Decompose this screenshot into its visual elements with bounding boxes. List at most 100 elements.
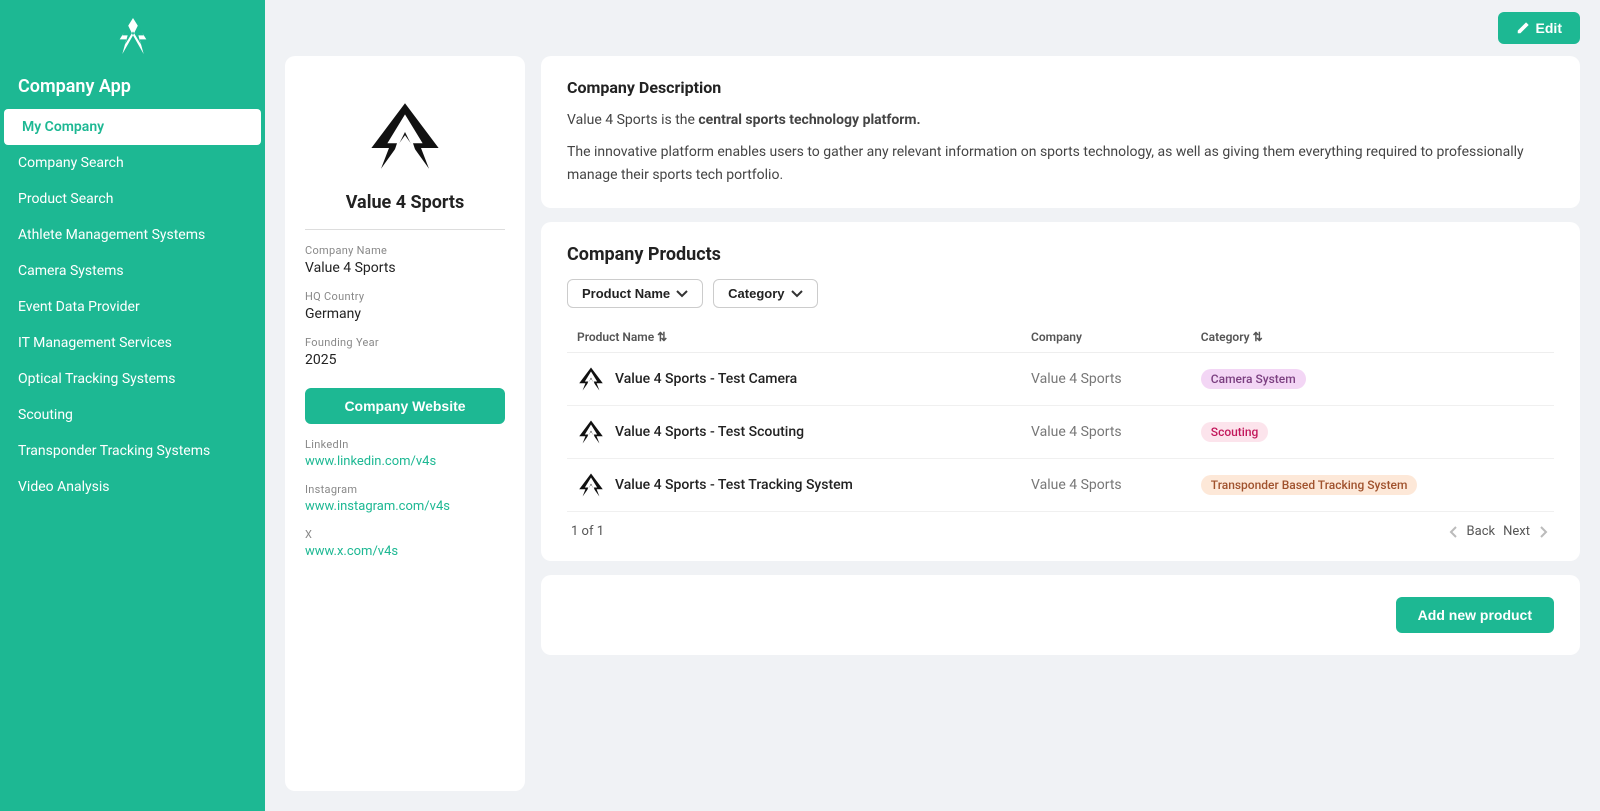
add-product-button[interactable]: Add new product (1396, 597, 1554, 633)
category-badge: Camera System (1201, 369, 1306, 389)
description-line2: The innovative platform enables users to… (567, 141, 1554, 186)
products-table: Product Name ⇅ Company Category ⇅ (567, 322, 1554, 512)
product-name-inner: Value 4 Sports - Test Tracking System (577, 471, 1011, 499)
next-button[interactable] (1538, 526, 1550, 538)
sidebar-item-athlete-management[interactable]: Athlete Management Systems (0, 217, 265, 253)
product-name-text: Value 4 Sports - Test Camera (615, 371, 797, 387)
product-name-cell: Value 4 Sports - Test Tracking System (567, 459, 1021, 512)
col-company: Company (1021, 322, 1191, 353)
filter-row: Product Name Category (567, 279, 1554, 308)
sidebar: Company App My Company Company Search Pr… (0, 0, 265, 811)
filter-category-button[interactable]: Category (713, 279, 817, 308)
filter-category-label: Category (728, 286, 784, 301)
chevron-down-icon (676, 288, 688, 300)
table-row[interactable]: Value 4 Sports - Test Tracking System Val… (567, 459, 1554, 512)
top-bar: Edit (265, 0, 1600, 56)
hq-country-value: Germany (305, 306, 505, 322)
chevron-left-icon (1447, 526, 1459, 538)
sidebar-item-scouting[interactable]: Scouting (0, 397, 265, 433)
chevron-down-icon-2 (791, 288, 803, 300)
sidebar-nav: My Company Company Search Product Search… (0, 109, 265, 811)
x-label: X (305, 528, 505, 541)
x-value: www.x.com/v4s (305, 544, 505, 559)
chevron-right-icon (1538, 526, 1550, 538)
sort-icon-category: ⇅ (1253, 330, 1263, 344)
sort-icon-name: ⇅ (657, 330, 667, 344)
sidebar-logo (0, 0, 265, 68)
linkedin-label: LinkedIn (305, 438, 505, 451)
products-card: Company Products Product Name Category (541, 222, 1580, 561)
description-line1-prefix: Value 4 Sports is the (567, 112, 698, 128)
table-row[interactable]: Value 4 Sports - Test Camera Value 4 Spor… (567, 353, 1554, 406)
product-name-inner: Value 4 Sports - Test Camera (577, 365, 1011, 393)
sidebar-item-optical-tracking[interactable]: Optical Tracking Systems (0, 361, 265, 397)
main-content: Edit Value 4 Sports Company Name Value 4… (265, 0, 1600, 811)
instagram-field: Instagram www.instagram.com/v4s (305, 483, 505, 514)
table-row[interactable]: Value 4 Sports - Test Scouting Value 4 Sp… (567, 406, 1554, 459)
product-name-inner: Value 4 Sports - Test Scouting (577, 418, 1011, 446)
table-header: Product Name ⇅ Company Category ⇅ (567, 322, 1554, 353)
hq-country-label: HQ Country (305, 290, 505, 303)
linkedin-value: www.linkedin.com/v4s (305, 454, 505, 469)
sidebar-item-product-search[interactable]: Product Search (0, 181, 265, 217)
sidebar-item-camera-systems[interactable]: Camera Systems (0, 253, 265, 289)
company-logo (365, 76, 445, 192)
filter-product-name-button[interactable]: Product Name (567, 279, 703, 308)
add-product-card: Add new product (541, 575, 1580, 655)
description-line1-bold: central sports technology platform. (698, 112, 920, 128)
product-company: Value 4 Sports (1021, 406, 1191, 459)
pagination-controls: Back Next (1447, 524, 1550, 539)
sidebar-item-event-data[interactable]: Event Data Provider (0, 289, 265, 325)
sidebar-item-it-management[interactable]: IT Management Services (0, 325, 265, 361)
product-name-cell: Value 4 Sports - Test Camera (567, 353, 1021, 406)
sidebar-item-transponder[interactable]: Transponder Tracking Systems (0, 433, 265, 469)
table-body: Value 4 Sports - Test Camera Value 4 Spor… (567, 353, 1554, 512)
product-name-text: Value 4 Sports - Test Scouting (615, 424, 804, 440)
company-name-label: Company Name (305, 244, 505, 257)
instagram-label: Instagram (305, 483, 505, 496)
company-display-name: Value 4 Sports (346, 192, 465, 213)
back-button[interactable] (1447, 526, 1459, 538)
product-category: Scouting (1191, 406, 1554, 459)
pagination-info: 1 of 1 (571, 524, 604, 539)
product-logo-icon (577, 471, 605, 499)
description-line1: Value 4 Sports is the central sports tec… (567, 109, 1554, 131)
company-info-card: Value 4 Sports Company Name Value 4 Spor… (285, 56, 525, 791)
instagram-value: www.instagram.com/v4s (305, 499, 505, 514)
founding-year-value: 2025 (305, 352, 505, 368)
filter-product-name-label: Product Name (582, 286, 670, 301)
pencil-icon (1516, 21, 1530, 35)
edit-button[interactable]: Edit (1498, 12, 1580, 44)
x-field: X www.x.com/v4s (305, 528, 505, 559)
next-label: Next (1503, 524, 1530, 539)
sidebar-item-company-search[interactable]: Company Search (0, 145, 265, 181)
product-company: Value 4 Sports (1021, 353, 1191, 406)
pagination-row: 1 of 1 Back Next (567, 512, 1554, 539)
product-name-text: Value 4 Sports - Test Tracking System (615, 477, 853, 493)
product-category: Transponder Based Tracking System (1191, 459, 1554, 512)
product-logo-icon (577, 365, 605, 393)
linkedin-field: LinkedIn www.linkedin.com/v4s (305, 438, 505, 469)
founding-year-label: Founding Year (305, 336, 505, 349)
category-badge: Transponder Based Tracking System (1201, 475, 1418, 495)
founding-year-field: Founding Year 2025 (305, 336, 505, 368)
col-category: Category ⇅ (1191, 322, 1554, 353)
back-label: Back (1467, 524, 1496, 539)
product-company: Value 4 Sports (1021, 459, 1191, 512)
company-name-field: Company Name Value 4 Sports (305, 244, 505, 276)
sidebar-item-video-analysis[interactable]: Video Analysis (0, 469, 265, 505)
app-title: Company App (0, 68, 265, 109)
right-panel: Company Description Value 4 Sports is th… (541, 56, 1580, 791)
product-logo-icon (577, 418, 605, 446)
sidebar-item-my-company[interactable]: My Company (4, 109, 261, 145)
products-title: Company Products (567, 244, 1554, 265)
product-name-cell: Value 4 Sports - Test Scouting (567, 406, 1021, 459)
company-website-button[interactable]: Company Website (305, 388, 505, 424)
category-badge: Scouting (1201, 422, 1269, 442)
col-product-name: Product Name ⇅ (567, 322, 1021, 353)
description-card: Company Description Value 4 Sports is th… (541, 56, 1580, 208)
product-category: Camera System (1191, 353, 1554, 406)
description-title: Company Description (567, 78, 1554, 97)
hq-country-field: HQ Country Germany (305, 290, 505, 322)
content-area: Value 4 Sports Company Name Value 4 Spor… (265, 56, 1600, 811)
